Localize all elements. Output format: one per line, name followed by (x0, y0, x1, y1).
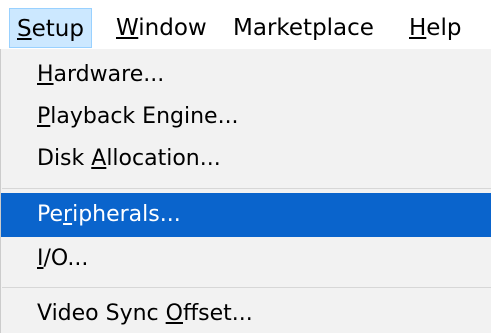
menu-window-accel: W (116, 15, 139, 41)
menu-separator (2, 188, 491, 189)
menu-item-io[interactable]: I/O... (1, 237, 491, 281)
menu-item-video-sync-offset-accel: O (165, 301, 183, 326)
menu-item-peripherals-accel: r (63, 202, 73, 227)
menu-setup[interactable]: Setup (9, 8, 92, 48)
menu-item-disk-allocation-accel: A (91, 146, 107, 171)
menu-window[interactable]: Window (109, 8, 214, 48)
menu-item-peripherals-pre: Pe (37, 202, 64, 227)
menu-setup-accel: S (17, 16, 32, 42)
menu-help[interactable]: Help (402, 8, 468, 48)
menu-item-playback-engine-accel: P (37, 104, 51, 129)
setup-dropdown-menu: Hardware... Playback Engine... Disk Allo… (0, 49, 491, 333)
menu-bar: Setup Window Marketplace Help (0, 0, 491, 52)
menu-help-accel: H (409, 15, 427, 41)
menu-marketplace[interactable]: Marketplace (226, 8, 381, 48)
menu-item-playback-engine[interactable]: Playback Engine... (1, 95, 491, 139)
menu-setup-post: etup (31, 16, 84, 42)
menu-item-video-sync-offset-post: ffset... (182, 301, 253, 326)
menu-item-playback-engine-post: layback Engine... (50, 104, 239, 129)
menu-item-video-sync-offset[interactable]: Video Sync Offset... (1, 292, 491, 336)
menu-item-hardware-accel: H (37, 62, 54, 87)
menu-item-disk-allocation-pre: Disk (37, 146, 92, 171)
menu-window-post: indow (138, 15, 207, 41)
menu-item-hardware[interactable]: Hardware... (1, 53, 491, 97)
menu-item-video-sync-offset-pre: Video Sync (37, 301, 166, 326)
menu-help-post: elp (426, 15, 462, 41)
menu-separator (2, 287, 491, 288)
menu-item-hardware-post: ardware... (53, 62, 165, 87)
menu-item-disk-allocation[interactable]: Disk Allocation... (1, 137, 491, 181)
menu-marketplace-pre: Marketplace (233, 15, 374, 41)
menu-item-peripherals-post: ipherals... (72, 202, 181, 227)
menu-item-disk-allocation-post: llocation... (106, 146, 221, 171)
menu-item-io-post: /O... (43, 246, 89, 271)
menu-item-peripherals[interactable]: Peripherals... (1, 193, 491, 237)
